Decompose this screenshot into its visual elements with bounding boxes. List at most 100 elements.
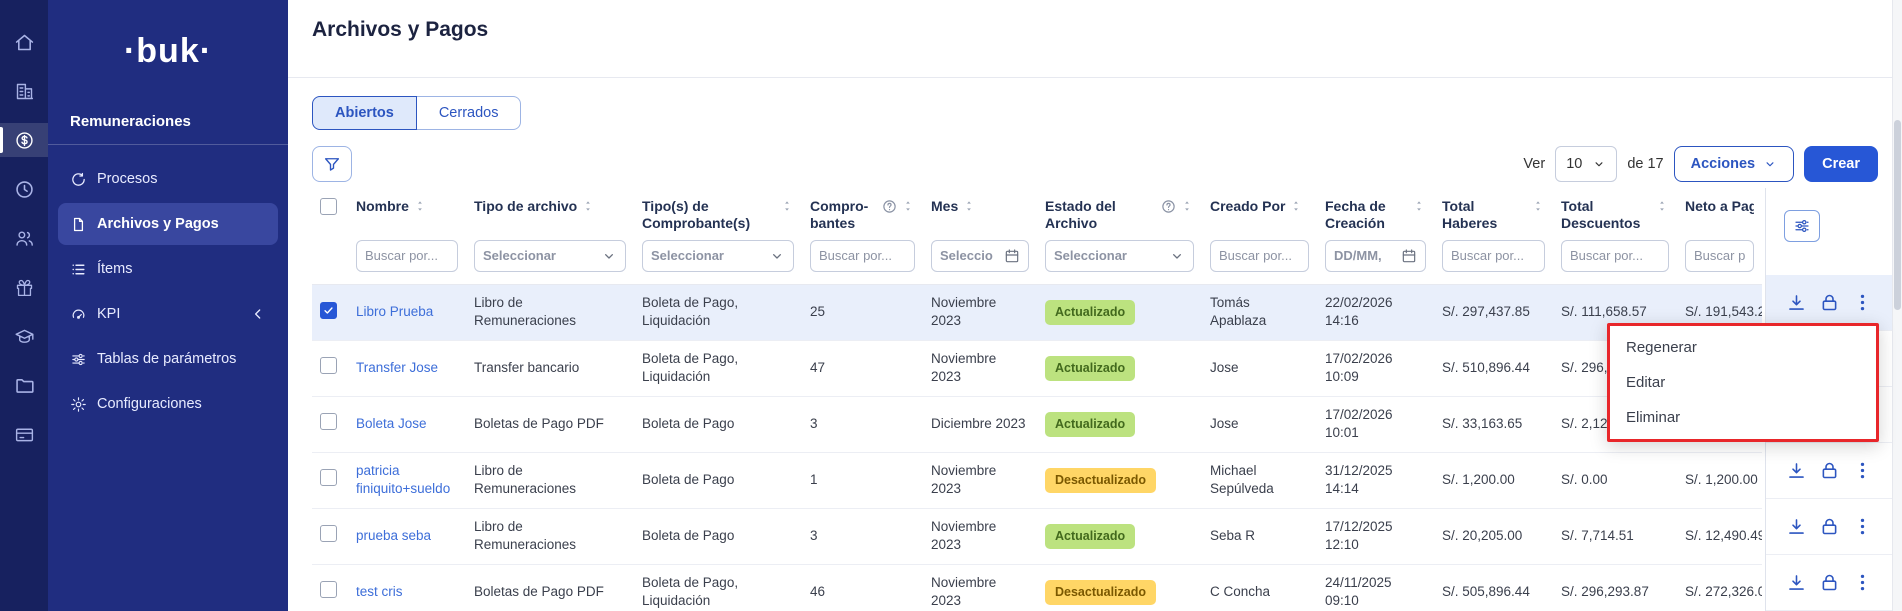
sidebar-item-tablas-de-par-metros[interactable]: Tablas de parámetros (58, 338, 278, 380)
file-name-link[interactable]: patricia finiquito+sueldo (356, 463, 450, 496)
column-filter-select[interactable]: Seleccionar (474, 240, 626, 272)
column-filter-input[interactable] (810, 240, 915, 272)
more-options-button[interactable] (1852, 516, 1873, 537)
select-all-checkbox[interactable] (320, 198, 337, 215)
sort-icon[interactable] (1655, 199, 1669, 213)
tab-abiertos[interactable]: Abiertos (312, 96, 417, 130)
sort-icon[interactable] (1289, 199, 1303, 213)
caret-down-icon (1592, 157, 1606, 171)
row-checkbox[interactable] (320, 581, 337, 598)
column-label[interactable]: Total Descuentos (1561, 198, 1651, 232)
sort-icon[interactable] (413, 199, 427, 213)
lock-button[interactable] (1819, 516, 1840, 537)
chevron-left-icon[interactable] (250, 306, 266, 322)
file-name-link[interactable]: Boleta Jose (356, 416, 427, 431)
sidebar-item-archivos-y-pagos[interactable]: Archivos y Pagos (58, 203, 278, 245)
row-checkbox[interactable] (320, 525, 337, 542)
column-label[interactable]: Nombre (356, 198, 409, 215)
rail-item-payments[interactable] (0, 417, 48, 451)
context-menu-item-editar[interactable]: Editar (1610, 365, 1876, 400)
sidebar-item--tems[interactable]: Ítems (58, 248, 278, 290)
column-label[interactable]: Neto a Pagar (1685, 198, 1754, 215)
download-button[interactable] (1786, 460, 1807, 481)
table-settings-button[interactable] (1784, 210, 1820, 242)
sort-icon[interactable] (780, 199, 794, 213)
column-filter-select[interactable]: Seleccionar (642, 240, 794, 272)
created-by-cell: Tomás Apablaza (1202, 284, 1317, 340)
more-options-button[interactable] (1852, 572, 1873, 593)
file-name-link[interactable]: Transfer Jose (356, 360, 438, 375)
sort-icon[interactable] (1531, 199, 1545, 213)
sort-icon[interactable] (1412, 199, 1426, 213)
more-options-button[interactable] (1852, 460, 1873, 481)
lock-button[interactable] (1819, 460, 1840, 481)
rail-item-people[interactable] (0, 221, 48, 255)
sort-icon[interactable] (581, 199, 595, 213)
column-header-0: Nombre (348, 188, 466, 234)
column-filter-select[interactable]: Seleccionar (1045, 240, 1194, 272)
sidebar-section-remuneraciones[interactable]: Remuneraciones (48, 113, 288, 145)
column-filter-input[interactable] (1210, 240, 1309, 272)
scrollbar-thumb[interactable] (1894, 120, 1901, 310)
download-button[interactable] (1786, 516, 1807, 537)
sort-icon[interactable] (1180, 199, 1194, 213)
row-checkbox[interactable] (320, 302, 337, 319)
sort-icon[interactable] (901, 199, 915, 213)
column-filter-date[interactable]: Seleccio (931, 240, 1029, 272)
sidebar-item-configuraciones[interactable]: Configuraciones (58, 383, 278, 425)
column-label[interactable]: Creado Por (1210, 198, 1285, 215)
tab-label: Abiertos (335, 105, 394, 121)
column-filter-date[interactable]: DD/MM, (1325, 240, 1426, 272)
row-checkbox[interactable] (320, 413, 337, 430)
column-header-1: Tipo de archivo (466, 188, 634, 234)
lock-button[interactable] (1819, 292, 1840, 313)
row-checkbox[interactable] (320, 469, 337, 486)
acciones-button[interactable]: Acciones (1674, 146, 1794, 182)
column-filter-input[interactable] (1442, 240, 1545, 272)
rail-item-home[interactable] (0, 25, 48, 59)
sort-icon[interactable] (962, 199, 976, 213)
lock-button[interactable] (1819, 572, 1840, 593)
page-size-select[interactable]: 10 (1555, 146, 1617, 182)
rail-item-documents[interactable] (0, 368, 48, 402)
vertical-scrollbar[interactable] (1892, 0, 1902, 611)
column-header-3: Compro­bantes (802, 188, 923, 234)
rail-item-organization[interactable] (0, 74, 48, 108)
column-filter-input[interactable] (356, 240, 458, 272)
context-menu-item-regenerar[interactable]: Regenerar (1610, 330, 1876, 365)
sidebar-item-procesos[interactable]: Procesos (58, 158, 278, 200)
rail-item-remunerations[interactable] (0, 123, 48, 157)
column-label[interactable]: Estado del Archivo (1045, 198, 1157, 232)
created-by-cell: Jose (1202, 396, 1317, 452)
column-label[interactable]: Fecha de Creación (1325, 198, 1408, 232)
filter-button[interactable] (312, 146, 352, 182)
help-icon[interactable] (882, 199, 897, 214)
table-row: test crisBoletas de Pago PDFBoleta de Pa… (312, 564, 1762, 611)
column-label[interactable]: Tipo(s) de Comprobante(s) (642, 198, 776, 232)
download-button[interactable] (1786, 292, 1807, 313)
column-filter-input[interactable] (1561, 240, 1669, 272)
column-label[interactable]: Compro­bantes (810, 198, 878, 232)
column-label[interactable]: Tipo de archivo (474, 198, 577, 215)
rail-item-training[interactable] (0, 319, 48, 353)
row-checkbox[interactable] (320, 357, 337, 374)
help-icon[interactable] (1161, 199, 1176, 214)
sidebar-item-label: KPI (97, 306, 120, 322)
file-name-link[interactable]: Libro Prueba (356, 304, 433, 319)
rail-item-benefits[interactable] (0, 270, 48, 304)
column-label[interactable]: Total Haberes (1442, 198, 1527, 232)
file-name-link[interactable]: prueba seba (356, 528, 431, 543)
crear-button[interactable]: Crear (1804, 146, 1878, 182)
sidebar-item-kpi[interactable]: KPI (58, 293, 278, 335)
more-options-button[interactable] (1852, 292, 1873, 313)
tab-cerrados[interactable]: Cerrados (417, 96, 522, 130)
context-menu-item-eliminar[interactable]: Eliminar (1610, 400, 1876, 435)
created-at-cell: 31/12/2025 14:14 (1317, 452, 1434, 508)
column-filter-input[interactable] (1685, 240, 1754, 272)
download-button[interactable] (1786, 572, 1807, 593)
rail-item-time[interactable] (0, 172, 48, 206)
column-header-5: Estado del Archivo (1037, 188, 1202, 234)
file-name-link[interactable]: test cris (356, 584, 403, 599)
caret-down-icon (1169, 248, 1185, 264)
column-label[interactable]: Mes (931, 198, 958, 215)
